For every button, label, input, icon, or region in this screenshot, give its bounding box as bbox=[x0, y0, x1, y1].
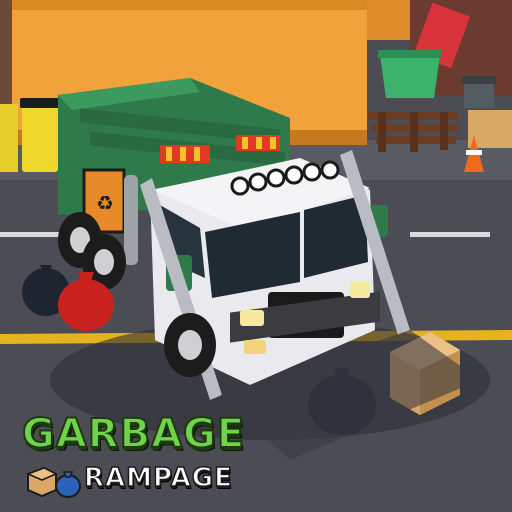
yellow-bin bbox=[0, 104, 18, 172]
container-side bbox=[367, 0, 412, 40]
logo-title-line2: RAMPAGE bbox=[83, 462, 233, 494]
headlight bbox=[350, 282, 370, 298]
headlight bbox=[240, 310, 264, 326]
road-line-white bbox=[410, 232, 490, 237]
game-logo: GARBAGE RAMPAGE bbox=[18, 410, 318, 502]
exhaust-pipe bbox=[124, 175, 138, 265]
wooden-pallet bbox=[368, 112, 458, 152]
logo-icons bbox=[25, 466, 81, 498]
logo-title-line1: GARBAGE bbox=[21, 410, 246, 458]
trash-can bbox=[464, 84, 494, 108]
garbage-bag-icon bbox=[55, 471, 81, 498]
cardboard-box-icon bbox=[25, 466, 58, 498]
recycle-icon: ♻ bbox=[96, 191, 114, 215]
green-bin bbox=[380, 55, 440, 98]
yellow-bin bbox=[22, 102, 58, 172]
headlight bbox=[244, 340, 266, 354]
garbage-bag-red bbox=[58, 279, 114, 331]
